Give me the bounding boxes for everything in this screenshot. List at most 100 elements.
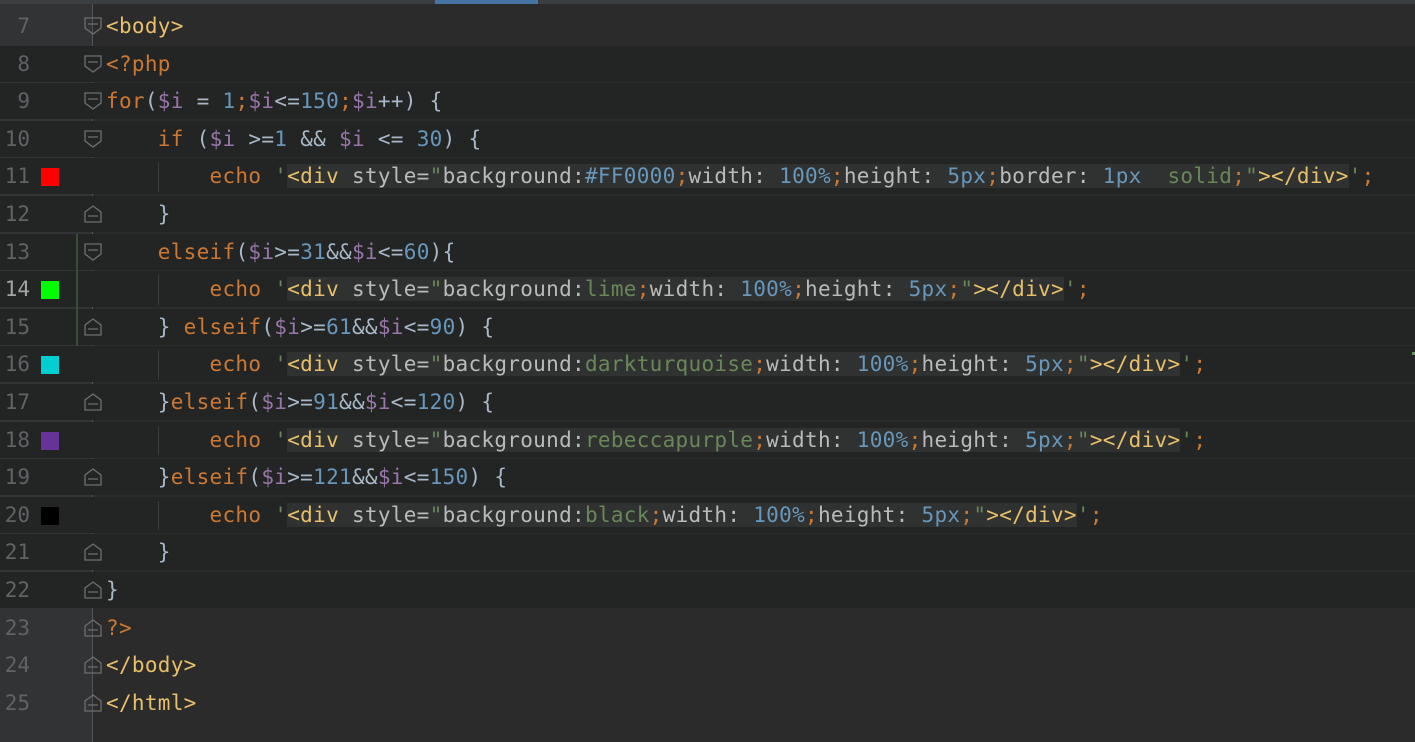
code-line[interactable]: 19 }elseif($i>=121&&$i<=150) { <box>0 459 1415 496</box>
code-line[interactable]: 9 for($i = 1;$i<=150;$i++) { <box>0 83 1415 120</box>
line-number[interactable]: 22 <box>0 572 30 608</box>
line-number[interactable]: 11 <box>0 158 30 194</box>
code-line[interactable]: 18 echo '<div style="background:rebeccap… <box>0 421 1415 458</box>
code-token: style= <box>339 352 430 377</box>
code-text[interactable]: } <box>106 572 119 608</box>
code-text[interactable]: echo '<div style="background:darkturquoi… <box>106 346 1206 382</box>
fold-open-icon[interactable] <box>83 129 103 149</box>
active-tab-indicator[interactable] <box>435 0 538 4</box>
change-marker[interactable] <box>76 233 78 347</box>
line-number[interactable]: 20 <box>0 497 30 533</box>
fold-open-icon[interactable] <box>83 16 103 36</box>
fold-close-icon[interactable] <box>83 317 103 337</box>
line-number[interactable]: 16 <box>0 346 30 382</box>
code-token: $i <box>377 465 404 490</box>
fold-close-icon[interactable] <box>83 467 103 487</box>
line-number[interactable]: 10 <box>0 121 30 157</box>
code-line[interactable]: 16 echo '<div style="background:darkturq… <box>0 346 1415 383</box>
code-token: if <box>157 126 184 151</box>
line-number[interactable]: 15 <box>0 309 30 345</box>
code-text[interactable]: echo '<div style="background:rebeccapurp… <box>106 422 1206 458</box>
code-line[interactable]: 12 } <box>0 196 1415 232</box>
code-text[interactable]: if ($i >=1 && $i <= 30) { <box>106 121 481 157</box>
code-token: ){ <box>429 239 456 264</box>
code-line[interactable]: 10 if ($i >=1 && $i <= 30) { <box>0 120 1415 157</box>
code-line[interactable]: 7 <body> <box>0 8 1415 44</box>
code-line[interactable]: 15 } elseif($i>=61&&$i<=90) { <box>0 308 1415 345</box>
code-text[interactable]: } elseif($i>=61&&$i<=90) { <box>106 309 494 345</box>
code-line[interactable]: 13 elseif($i>=31&&$i<=60){ <box>0 233 1415 270</box>
line-number[interactable]: 14 <box>0 271 30 307</box>
line-number[interactable]: 19 <box>0 459 30 495</box>
line-number[interactable]: 8 <box>0 46 30 82</box>
color-swatch-icon[interactable] <box>41 168 59 187</box>
code-token: ( <box>144 89 158 114</box>
fold-open-icon[interactable] <box>83 54 103 74</box>
code-text[interactable]: echo '<div style="background:black;width… <box>106 497 1103 533</box>
code-text[interactable]: } <box>106 534 171 570</box>
code-line[interactable]: 25 </html> <box>0 685 1415 721</box>
line-number[interactable]: 17 <box>0 384 30 420</box>
code-text[interactable]: echo '<div style="background:#FF0000;wid… <box>106 158 1375 194</box>
code-text[interactable]: }elseif($i>=121&&$i<=150) { <box>106 459 507 495</box>
code-token: </body> <box>106 653 197 678</box>
code-token: } <box>106 390 171 414</box>
code-line[interactable]: 22} <box>0 572 1415 608</box>
code-text[interactable]: ?> <box>106 610 132 646</box>
code-text[interactable]: echo '<div style="background:lime;width:… <box>106 271 1090 307</box>
code-token: 1 <box>222 89 236 114</box>
fold-close-icon[interactable] <box>83 542 103 562</box>
line-number[interactable]: 13 <box>0 234 30 270</box>
fold-close-icon[interactable] <box>83 204 103 224</box>
code-token: && <box>351 314 378 339</box>
code-line[interactable]: 21 } <box>0 534 1415 571</box>
fold-open-icon[interactable] <box>83 242 103 262</box>
code-token: width: <box>766 352 857 377</box>
code-token: } <box>106 578 119 602</box>
code-text[interactable]: </body> <box>106 647 197 683</box>
fold-close-icon[interactable] <box>83 618 103 638</box>
editor-tab-bar <box>0 0 1415 4</box>
code-editor[interactable]: 7 <body> 8 <?php 9 for($i = 1;$i<=150;$i++) {… <box>0 0 1415 742</box>
indent-guide <box>158 500 159 531</box>
code-token: ' <box>1348 164 1362 189</box>
code-token: 5px <box>947 164 987 189</box>
color-swatch-icon[interactable] <box>41 431 59 450</box>
line-number[interactable]: 12 <box>0 196 30 232</box>
code-line[interactable]: 24 </body> <box>0 647 1415 683</box>
code-token: ; <box>960 502 974 527</box>
code-token: background: <box>442 427 585 452</box>
code-line[interactable]: 8 <?php <box>0 45 1415 82</box>
color-swatch-icon[interactable] <box>41 506 59 525</box>
line-number[interactable]: 18 <box>0 422 30 458</box>
code-text[interactable]: }elseif($i>=91&&$i<=120) { <box>106 384 494 420</box>
code-text[interactable]: <body> <box>106 8 184 44</box>
code-line[interactable]: 23 ?> <box>0 610 1415 646</box>
code-token: ; <box>1232 164 1246 189</box>
line-number[interactable]: 23 <box>0 610 30 646</box>
code-line[interactable]: 17 }elseif($i>=91&&$i<=120) { <box>0 384 1415 420</box>
line-number[interactable]: 7 <box>0 8 30 44</box>
fold-close-icon[interactable] <box>83 693 103 713</box>
code-text[interactable]: </html> <box>106 685 197 721</box>
line-number[interactable]: 24 <box>0 647 30 683</box>
code-text[interactable]: elseif($i>=31&&$i<=60){ <box>106 234 456 270</box>
color-swatch-icon[interactable] <box>41 281 59 300</box>
code-line[interactable]: 20 echo '<div style="background:black;wi… <box>0 496 1415 533</box>
fold-open-icon[interactable] <box>83 91 103 111</box>
color-swatch-icon[interactable] <box>41 356 59 375</box>
code-token: = <box>183 89 223 114</box>
line-number[interactable]: 21 <box>0 534 30 570</box>
fold-close-icon[interactable] <box>83 655 103 675</box>
code-text[interactable]: for($i = 1;$i<=150;$i++) { <box>106 83 443 119</box>
line-number[interactable]: 9 <box>0 83 30 119</box>
line-number[interactable]: 25 <box>0 685 30 721</box>
code-token: height: <box>843 164 948 189</box>
code-token: style= <box>339 277 430 302</box>
code-line[interactable]: 14 echo '<div style="background:lime;wid… <box>0 271 1415 308</box>
code-text[interactable]: } <box>106 196 171 232</box>
fold-close-icon[interactable] <box>83 392 103 412</box>
fold-close-icon[interactable] <box>83 580 103 600</box>
code-line[interactable]: 11 echo '<div style="background:#FF0000;… <box>0 158 1415 195</box>
code-text[interactable]: <?php <box>106 46 171 82</box>
